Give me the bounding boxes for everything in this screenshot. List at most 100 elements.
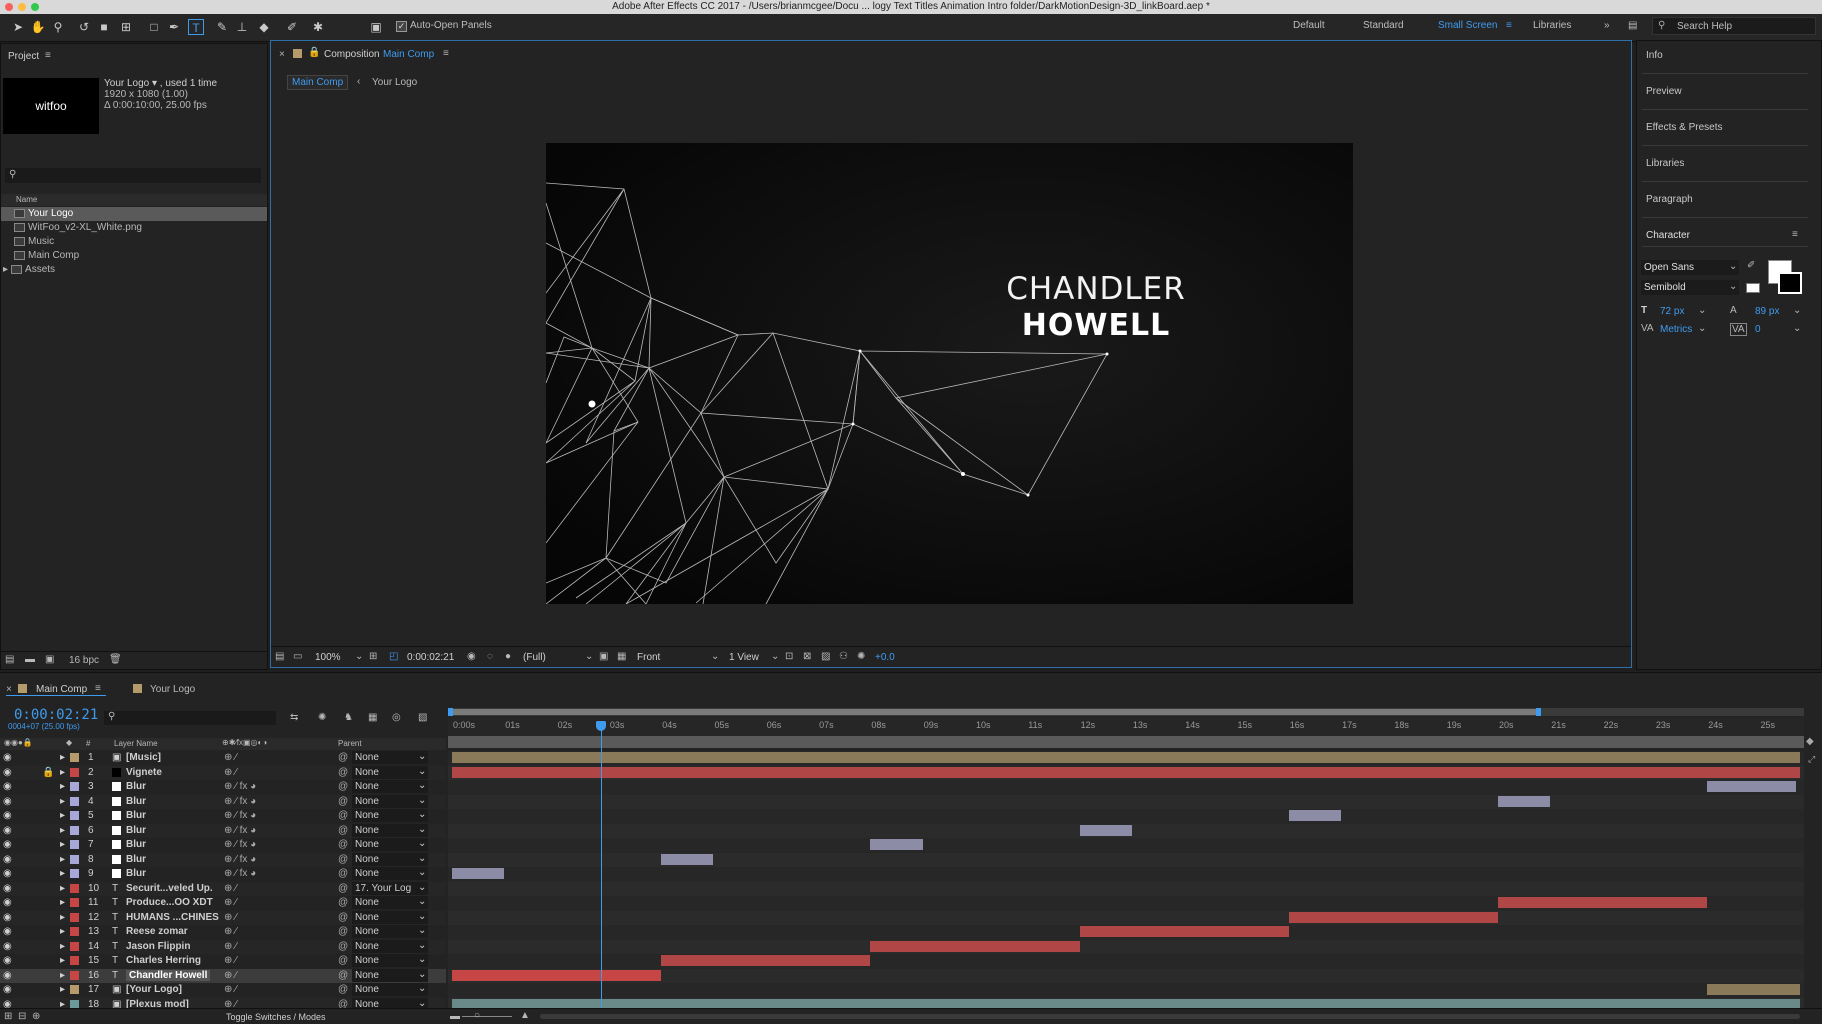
- eraser-tool-icon[interactable]: ◆: [256, 19, 272, 35]
- layer-row[interactable]: ◉ ▸ 13 T Reese zomar ⊕ ∕ @ None ⌄: [0, 925, 446, 940]
- chevron-down-icon[interactable]: ⌄: [418, 838, 426, 849]
- stroke-color-swatch[interactable]: [1778, 272, 1802, 294]
- parent-pickwhip-icon[interactable]: @: [338, 854, 348, 865]
- expand-triangle-icon[interactable]: ▸: [60, 926, 65, 937]
- expand-triangle-icon[interactable]: ▸: [60, 781, 65, 792]
- sync-settings-icon[interactable]: ▤: [1628, 20, 1637, 31]
- zoom-tool-icon[interactable]: ⚲: [50, 19, 66, 35]
- trash-icon[interactable]: 🗑: [109, 654, 122, 665]
- column-name[interactable]: Name: [16, 195, 37, 204]
- current-time-display[interactable]: 0:00:02:21: [407, 652, 454, 663]
- comp-text-line2[interactable]: HOWELL: [976, 307, 1216, 345]
- chevron-down-icon[interactable]: ⌄: [418, 867, 426, 878]
- preview-panel-tab[interactable]: Preview: [1646, 86, 1682, 97]
- eye-icon[interactable]: ◉: [3, 984, 12, 995]
- layer-name[interactable]: Vignete: [126, 767, 162, 778]
- av-features-icon[interactable]: ◉◉●🔒: [4, 738, 33, 747]
- layer-duration-bar[interactable]: [870, 839, 923, 850]
- expand-triangle-icon[interactable]: ▸: [60, 796, 65, 807]
- expand-triangle-icon[interactable]: ▸: [60, 868, 65, 879]
- eye-icon[interactable]: ◉: [3, 883, 12, 894]
- layer-switches-icon[interactable]: ⊕ ∕ fx ◕: [224, 796, 256, 807]
- brush-tool-icon[interactable]: ✎: [214, 19, 230, 35]
- parent-dropdown[interactable]: None: [352, 896, 428, 909]
- parent-dropdown[interactable]: None: [352, 823, 428, 837]
- layer-name[interactable]: Blur: [126, 839, 146, 850]
- snapshot-icon[interactable]: ◉: [467, 651, 476, 662]
- current-time-indicator-line[interactable]: [601, 722, 602, 1008]
- mask-visibility-icon[interactable]: ◰: [389, 651, 398, 662]
- chevron-down-icon[interactable]: ⌄: [418, 795, 426, 806]
- toggle-switches-modes[interactable]: Toggle Switches / Modes: [226, 1012, 326, 1022]
- show-snapshot-icon[interactable]: ◌: [487, 651, 493, 662]
- parent-pickwhip-icon[interactable]: @: [338, 984, 348, 995]
- layer-row[interactable]: ◉ ▸ 4 Blur ⊕ ∕ fx ◕ @ None ⌄: [0, 794, 446, 809]
- workspace-default[interactable]: Default: [1293, 20, 1325, 31]
- expand-triangle-icon[interactable]: ▸: [3, 264, 8, 275]
- layer-row[interactable]: ◉ ▸ 10 T Securit...veled Up. ⊕ ∕ @17. Your Log…: [0, 881, 446, 896]
- comp-button-icon[interactable]: ◆: [1806, 736, 1814, 747]
- resolution-dropdown[interactable]: (Full): [523, 652, 546, 663]
- layer-switches-icon[interactable]: ⊕ ∕: [224, 941, 237, 952]
- chevron-down-icon[interactable]: ⌄: [418, 940, 426, 951]
- workspace-menu-icon[interactable]: ≡: [1506, 20, 1512, 31]
- parent-dropdown[interactable]: None: [352, 867, 428, 880]
- layer-label-color[interactable]: [70, 927, 79, 936]
- parent-dropdown[interactable]: None: [352, 765, 428, 779]
- layer-switches-icon[interactable]: ⊕ ∕ fx ◕: [224, 854, 256, 865]
- parent-pickwhip-icon[interactable]: @: [338, 839, 348, 850]
- comp-panel-name[interactable]: Main Comp: [383, 49, 434, 60]
- chevron-down-icon[interactable]: ⌄: [1793, 305, 1801, 316]
- close-window-icon[interactable]: [5, 3, 13, 11]
- chevron-down-icon[interactable]: ⌄: [418, 896, 426, 907]
- chevron-down-icon[interactable]: ⌄: [418, 766, 426, 777]
- layer-switches-icon[interactable]: ⊕ ∕: [224, 912, 237, 923]
- chevron-down-icon[interactable]: ⌄: [418, 925, 426, 936]
- fast-previews-icon[interactable]: ⊠: [803, 651, 811, 662]
- layer-label-color[interactable]: [70, 912, 79, 922]
- eye-icon[interactable]: ◉: [3, 825, 12, 836]
- info-panel-tab[interactable]: Info: [1646, 50, 1663, 61]
- layer-switches-icon[interactable]: ⊕ ∕: [224, 883, 237, 894]
- layer-switches-icon[interactable]: ⊕ ∕: [224, 767, 237, 778]
- monitor-icon[interactable]: ▭: [293, 651, 302, 662]
- layer-label-color[interactable]: [70, 840, 79, 849]
- expand-modes-icon[interactable]: ⊟: [18, 1011, 26, 1022]
- parent-dropdown[interactable]: None: [352, 968, 428, 982]
- expand-triangle-icon[interactable]: ▸: [60, 897, 65, 908]
- lock-icon[interactable]: 🔒: [42, 767, 54, 778]
- rotate-tool-icon[interactable]: ↺: [76, 19, 92, 35]
- layer-duration-bar[interactable]: [452, 752, 1800, 763]
- flowchart-icon[interactable]: ⚇: [839, 651, 848, 662]
- project-item[interactable]: WitFoo_v2-XL_White.png: [1, 221, 142, 235]
- layer-switches-icon[interactable]: ⊕ ∕ fx ◕: [224, 868, 256, 879]
- layer-duration-bar[interactable]: [452, 766, 1800, 778]
- parent-pickwhip-icon[interactable]: @: [338, 941, 348, 952]
- effects-presets-panel-tab[interactable]: Effects & Presets: [1646, 122, 1723, 133]
- layer-label-color[interactable]: [70, 956, 79, 965]
- font-size-value[interactable]: 72 px: [1660, 306, 1684, 317]
- motion-blur-icon[interactable]: ◎: [392, 712, 401, 723]
- zoom-dropdown[interactable]: 100%: [315, 652, 341, 663]
- zoom-window-icon[interactable]: [31, 3, 39, 11]
- column-parent[interactable]: Parent: [338, 739, 362, 748]
- chevron-down-icon[interactable]: ⌄: [418, 780, 426, 791]
- chevron-down-icon[interactable]: ⌄: [418, 998, 426, 1009]
- parent-pickwhip-icon[interactable]: @: [338, 970, 348, 981]
- layer-switches-icon[interactable]: ⊕ ∕: [224, 955, 237, 966]
- eye-icon[interactable]: ◉: [3, 926, 12, 937]
- parent-pickwhip-icon[interactable]: @: [338, 810, 348, 821]
- expand-triangle-icon[interactable]: ▸: [60, 912, 65, 923]
- project-item[interactable]: Main Comp: [1, 249, 79, 263]
- hide-shy-layers-icon[interactable]: ♞: [344, 712, 353, 723]
- lock-icon[interactable]: 🔒: [308, 47, 320, 58]
- view-dropdown[interactable]: Front: [637, 652, 660, 663]
- layer-duration-bar[interactable]: [452, 969, 662, 981]
- parent-pickwhip-icon[interactable]: @: [338, 868, 348, 879]
- parent-dropdown[interactable]: None: [352, 910, 428, 924]
- chevron-down-icon[interactable]: ⌄: [418, 969, 426, 980]
- parent-pickwhip-icon[interactable]: @: [338, 897, 348, 908]
- timeline-tab-main-comp[interactable]: Main Comp: [36, 684, 87, 695]
- eye-icon[interactable]: ◉: [3, 941, 12, 952]
- work-area-range[interactable]: [448, 709, 1538, 715]
